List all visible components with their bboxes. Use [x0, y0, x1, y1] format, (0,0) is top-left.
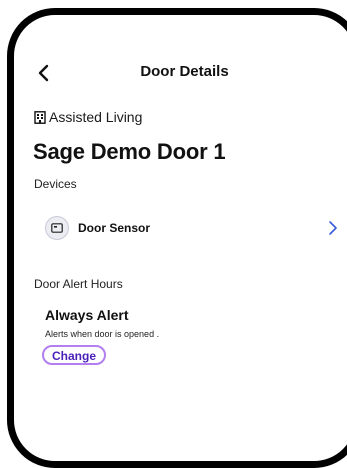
device-name: Door Sensor: [78, 221, 151, 235]
location-name: Assisted Living: [49, 109, 143, 125]
devices-label: Devices: [34, 177, 77, 191]
alert-mode-description: Alerts when door is opened .: [45, 329, 160, 339]
change-button[interactable]: Change: [42, 345, 107, 365]
building-icon: [34, 110, 46, 124]
location-row: Assisted Living: [34, 109, 142, 125]
sensor-icon: [45, 216, 69, 240]
phone-frame: Door Details Assisted Living Sage Demo D…: [7, 8, 347, 468]
door-alert-hours-label: Door Alert Hours: [34, 277, 123, 291]
page-title: Door Details: [140, 63, 229, 80]
alert-mode-title: Always Alert: [45, 307, 129, 323]
header-bar: Door Details: [14, 59, 347, 89]
device-row-door-sensor[interactable]: Door Sensor: [34, 212, 338, 244]
door-name: Sage Demo Door 1: [33, 139, 226, 164]
chevron-right-icon: [329, 221, 337, 235]
